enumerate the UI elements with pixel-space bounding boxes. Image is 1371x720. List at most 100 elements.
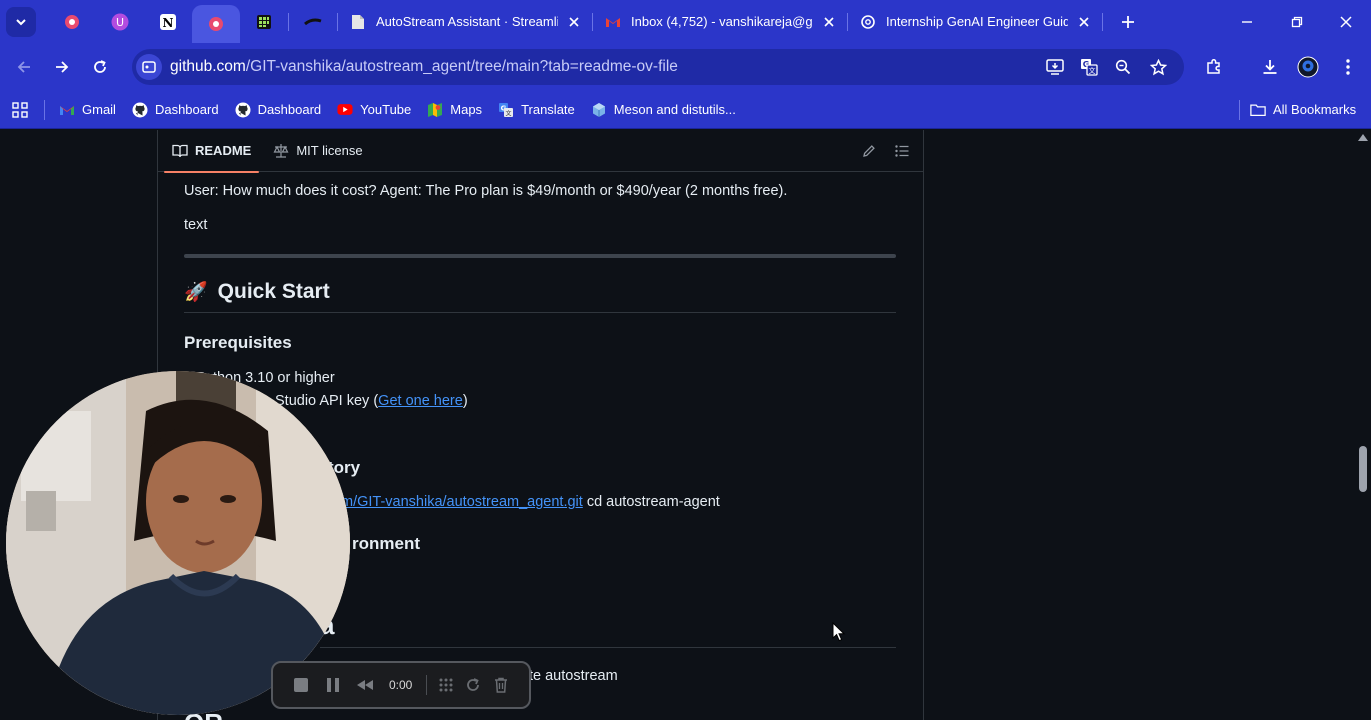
pause-icon [327,678,339,692]
tab-search-button[interactable] [6,6,36,37]
pinned-tab-2[interactable]: U [96,0,144,43]
bookmark-dashboard-2[interactable]: Dashboard [227,96,330,124]
bookmark-translate[interactable]: G文 Translate [490,96,583,124]
bookmark-youtube[interactable]: YouTube [329,96,419,124]
recording-timer: 0:00 [389,678,413,692]
new-tab-button[interactable] [1113,7,1143,37]
bookmark-gmail[interactable]: Gmail [51,96,124,124]
pinned-tab-other[interactable] [289,0,337,43]
record-icon [65,14,79,29]
install-app-icon[interactable] [1042,54,1068,80]
tab-license-label: MIT license [296,143,363,158]
scroll-up-arrow-icon[interactable] [1358,134,1368,141]
bookmark-label: Dashboard [257,102,322,117]
restart-recording-button[interactable] [459,669,487,701]
outline-button[interactable] [892,141,912,161]
browser-menu-button[interactable] [1330,49,1366,85]
github-icon [235,102,251,118]
document-icon [350,14,366,30]
draw-tool-button[interactable] [433,669,459,701]
grid-dots-icon [439,678,453,692]
translate-page-icon[interactable]: G文 [1076,54,1102,80]
tab-title: Inbox (4,752) - vanshikareja@gmail.com [631,14,813,29]
profile-avatar[interactable] [1290,49,1326,85]
back-button[interactable] [6,49,42,85]
tab-readme[interactable]: README [164,130,260,173]
bookmark-dashboard-1[interactable]: Dashboard [124,96,227,124]
all-bookmarks-button[interactable]: All Bookmarks [1242,96,1364,124]
delete-recording-button[interactable] [487,669,515,701]
zoom-icon[interactable] [1110,54,1136,80]
tab-internship-guide[interactable]: Internship GenAI Engineer Guide [848,0,1102,43]
browser-toolbar: github.com/GIT-vanshika/autostream_agent… [0,43,1371,91]
rewind-button[interactable] [349,669,381,701]
puzzle-icon [1207,58,1220,74]
close-icon[interactable] [1076,14,1092,30]
youtube-icon [337,102,353,118]
pinned-tab-1[interactable] [48,0,96,43]
pinned-tab-active[interactable] [192,5,240,43]
bookmark-maps[interactable]: Maps [419,96,490,124]
svg-text:文: 文 [1089,66,1096,75]
tab-autostream[interactable]: AutoStream Assistant · Streamlit [338,0,592,43]
restore-button[interactable] [1272,0,1322,43]
extensions-button[interactable] [1196,49,1232,85]
app-u-icon: U [111,13,129,30]
prereq-api-key-suffix: ) [462,393,468,409]
close-window-button[interactable] [1321,0,1371,43]
page-scrollbar[interactable] [1355,130,1371,720]
downloads-button[interactable] [1252,49,1288,85]
bookmark-separator [1239,99,1240,120]
bookmark-label: Dashboard [154,102,219,117]
get-one-here-link[interactable]: Get one here [378,393,463,409]
restore-icon [1291,16,1303,27]
tab-gmail[interactable]: Inbox (4,752) - vanshikareja@gmail.com [593,0,847,43]
scroll-thumb[interactable] [1359,446,1367,492]
tab-title: AutoStream Assistant · Streamlit [376,14,558,29]
site-info-icon[interactable] [136,54,162,80]
apps-button[interactable] [0,96,38,124]
address-bar[interactable]: github.com/GIT-vanshika/autostream_agent… [132,49,1184,85]
example-dialog-text: User: How much does it cost? Agent: The … [184,183,788,199]
translate-icon: G文 [498,102,514,118]
scale-icon [273,143,289,159]
recorder-separator [426,675,428,695]
book-icon [172,143,188,159]
bookmark-label: YouTube [360,102,412,117]
bookmark-separator [44,99,45,120]
pinned-tab-sheets[interactable] [240,0,288,43]
repo-clone-link[interactable]: m/GIT-vanshika/autostream_agent.git [341,494,583,510]
forward-button[interactable] [44,49,80,85]
restart-icon [467,678,480,691]
bookmark-star-icon[interactable] [1145,54,1171,80]
github-icon [132,102,148,118]
pause-recording-button[interactable] [317,669,349,701]
activate-command-text: te autostream [529,668,618,684]
pinned-tab-notion[interactable]: N [144,0,192,43]
rocket-icon: 🚀 [184,282,208,303]
close-icon [1340,15,1352,28]
mouse-cursor-icon [832,622,846,642]
url-host: github.com [170,58,246,75]
heading-prerequisites: Prerequisites [184,333,292,352]
minimize-button[interactable] [1222,0,1272,43]
openai-icon [860,14,876,30]
close-icon[interactable] [566,14,582,30]
close-icon[interactable] [821,14,837,30]
code-lang-label: text [184,217,208,233]
prereq-api-key-text: Studio API key ( [275,393,379,409]
url-text[interactable]: github.com/GIT-vanshika/autostream_agent… [170,58,678,76]
tab-license[interactable]: MIT license [265,130,370,172]
reload-button[interactable] [82,49,118,85]
bookmark-meson[interactable]: Meson and distutils... [583,96,744,124]
stop-recording-button[interactable] [285,669,317,701]
folder-icon [1250,102,1266,118]
chevron-down-icon [16,18,26,25]
heading-quick-start-text: Quick Start [217,280,330,303]
swoosh-icon [304,18,322,25]
maps-icon [427,102,443,118]
trash-icon [495,677,508,693]
gmail-icon [59,102,75,118]
edit-file-button[interactable] [859,141,879,161]
gmail-icon [605,14,621,30]
